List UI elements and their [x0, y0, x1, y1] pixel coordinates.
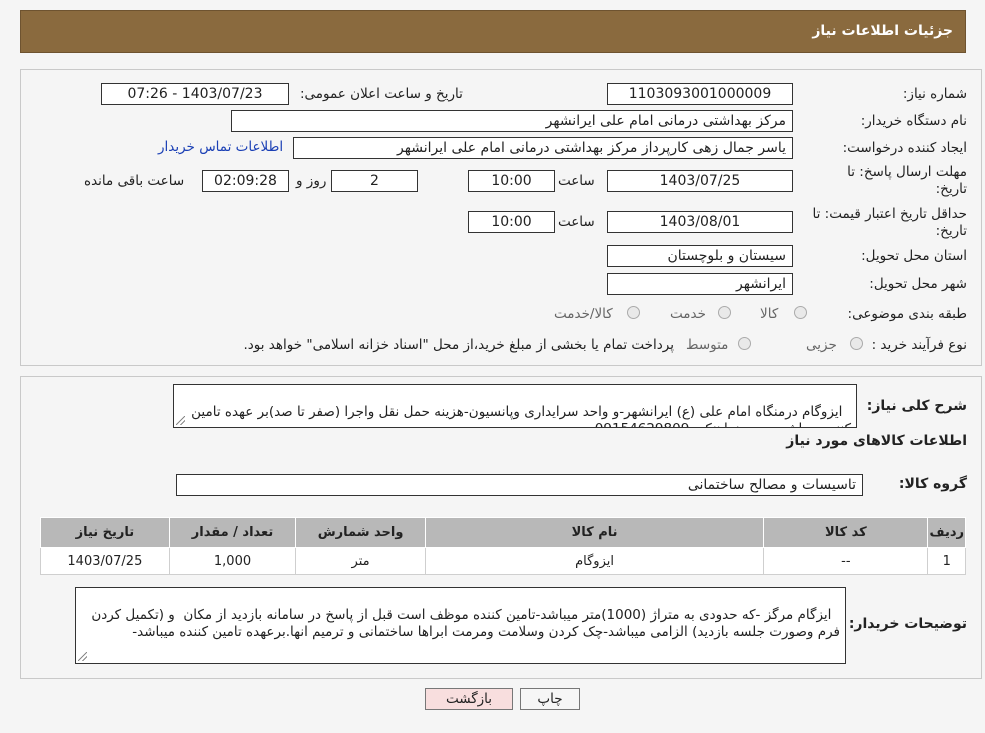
creator-field: یاسر جمال زهی کارپرداز مرکز بهداشتی درما… — [293, 137, 793, 159]
cell-item-name: ایزوگام — [424, 547, 765, 575]
deadline-label: مهلت ارسال پاسخ: تا تاریخ: — [847, 164, 967, 197]
back-button[interactable]: بازگشت — [425, 688, 513, 710]
page-title: جزئیات اطلاعات نیاز — [812, 23, 953, 39]
deadline-date-field: 1403/07/25 — [607, 170, 793, 192]
table-header-row: ردیف کد کالا نام کالا واحد شمارش تعداد /… — [40, 517, 966, 548]
process-option-minor: جزیی — [806, 337, 837, 353]
city-label: شهر محل تحویل: — [869, 276, 967, 292]
column-header-unit: واحد شمارش — [295, 517, 426, 548]
remaining-label: ساعت باقی مانده — [84, 173, 185, 189]
process-radio-medium[interactable] — [738, 337, 751, 350]
validity-time-field: 10:00 — [468, 211, 555, 233]
need-number-label: شماره نیاز: — [902, 86, 967, 102]
description-label: شرح کلی نیاز: — [866, 398, 967, 414]
resize-grip-icon[interactable] — [176, 416, 185, 425]
cell-need-date: 1403/07/25 — [40, 547, 170, 575]
process-note: پرداخت تمام یا بخشی از مبلغ خرید،از محل … — [243, 337, 674, 353]
column-header-item-name: نام کالا — [424, 517, 765, 548]
cell-unit: متر — [295, 547, 426, 575]
table-row: 1 -- ایزوگام متر 1,000 1403/07/25 — [40, 547, 966, 575]
buyer-notes-textarea[interactable]: ایزگام مرگز -که حدودی به متراژ (1000)متر… — [75, 587, 846, 664]
print-button[interactable]: چاپ — [520, 688, 580, 710]
creator-label: ایجاد کننده درخواست: — [842, 140, 967, 156]
category-radio-goods[interactable] — [794, 306, 807, 319]
column-header-quantity: تعداد / مقدار — [168, 517, 297, 548]
days-field: 2 — [331, 170, 418, 192]
deadline-time-label: ساعت — [558, 173, 595, 189]
need-number-field: 1103093001000009 — [607, 83, 793, 105]
process-radio-minor[interactable] — [850, 337, 863, 350]
category-option-goods: کالا — [760, 306, 779, 322]
cell-item-code: -- — [763, 547, 929, 575]
cell-quantity: 1,000 — [168, 547, 297, 575]
validity-label: حداقل تاریخ اعتبار قیمت: تا تاریخ: — [812, 206, 967, 239]
validity-date-field: 1403/08/01 — [607, 211, 793, 233]
resize-grip-icon[interactable] — [78, 652, 87, 661]
category-radio-goods-service[interactable] — [627, 306, 640, 319]
category-radio-service[interactable] — [718, 306, 731, 319]
goods-group-field: تاسیسات و مصالح ساختمانی — [176, 474, 863, 496]
cell-row-number: 1 — [927, 547, 966, 575]
goods-table: ردیف کد کالا نام کالا واحد شمارش تعداد /… — [40, 517, 966, 575]
province-label: استان محل تحویل: — [861, 248, 967, 264]
goods-group-label: گروه کالا: — [898, 476, 967, 492]
validity-time-label: ساعت — [558, 214, 595, 230]
remaining-time-field: 02:09:28 — [202, 170, 289, 192]
city-field: ایرانشهر — [607, 273, 793, 295]
description-textarea[interactable]: ایزوگام درمنگاه امام علی (ع) ایرانشهر-و … — [173, 384, 857, 428]
buyer-org-field: مرکز بهداشتی درمانی امام علی ایرانشهر — [231, 110, 793, 132]
process-option-medium: متوسط — [686, 337, 729, 353]
category-option-goods-service: کالا/خدمت — [554, 306, 613, 322]
column-header-need-date: تاریخ نیاز — [40, 517, 170, 548]
buyer-org-label: نام دستگاه خریدار: — [860, 113, 967, 129]
province-field: سیستان و بلوچستان — [607, 245, 793, 267]
column-header-item-code: کد کالا — [763, 517, 929, 548]
page-header: جزئیات اطلاعات نیاز — [20, 10, 966, 53]
announce-field: 1403/07/23 - 07:26 — [101, 83, 289, 105]
buyer-notes-label: توضیحات خریدار: — [848, 616, 967, 632]
goods-section-title: اطلاعات کالاهای مورد نیاز — [786, 433, 967, 449]
category-label: طبقه بندی موضوعی: — [847, 306, 967, 322]
category-option-service: خدمت — [670, 306, 706, 322]
announce-label: تاریخ و ساعت اعلان عمومی: — [300, 86, 463, 102]
contact-buyer-link[interactable]: اطلاعات تماس خریدار — [158, 139, 283, 155]
deadline-time-field: 10:00 — [468, 170, 555, 192]
column-header-row-number: ردیف — [927, 517, 966, 548]
process-label: نوع فرآیند خرید : — [871, 337, 967, 353]
days-label: روز و — [296, 173, 327, 189]
